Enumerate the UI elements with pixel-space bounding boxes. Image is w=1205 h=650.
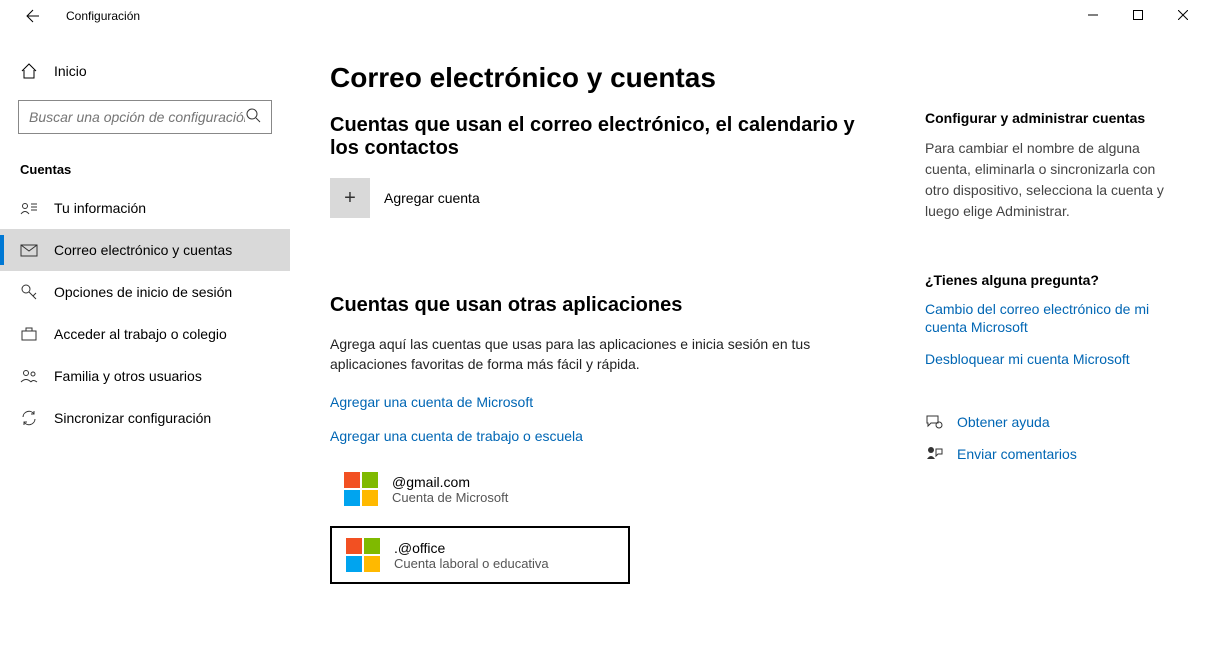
category-header: Cuentas: [0, 144, 290, 187]
page-title: Correo electrónico y cuentas: [330, 62, 885, 94]
section-email-accounts-title: Cuentas que usan el correo electrónico, …: [330, 114, 885, 160]
nav-sync-settings[interactable]: Sincronizar configuración: [0, 397, 290, 439]
microsoft-logo-icon: [346, 538, 380, 572]
account-type: Cuenta laboral o educativa: [394, 556, 549, 571]
plus-icon: +: [330, 178, 370, 218]
people-icon: [20, 367, 38, 385]
main-content: Correo electrónico y cuentas Cuentas que…: [290, 32, 1205, 650]
send-feedback-label: Enviar comentarios: [957, 446, 1077, 462]
nav-label: Sincronizar configuración: [54, 410, 211, 426]
briefcase-icon: [20, 325, 38, 343]
close-button[interactable]: [1160, 0, 1205, 30]
window-controls: [1070, 0, 1205, 30]
section-other-apps-description: Agrega aquí las cuentas que usas para la…: [330, 335, 885, 374]
sidebar: Inicio Cuentas Tu información Correo ele…: [0, 32, 290, 650]
manage-accounts-heading: Configurar y administrar cuentas: [925, 110, 1175, 126]
close-icon: [1178, 10, 1188, 20]
search-box[interactable]: [18, 100, 272, 134]
home-nav-item[interactable]: Inicio: [0, 52, 290, 90]
nav-label: Tu información: [54, 200, 146, 216]
search-icon: [245, 107, 261, 128]
manage-accounts-text: Para cambiar el nombre de alguna cuenta,…: [925, 138, 1175, 222]
sync-icon: [20, 409, 38, 427]
account-email: @gmail.com: [392, 474, 508, 490]
minimize-icon: [1088, 10, 1098, 20]
mail-icon: [20, 241, 38, 259]
change-email-link[interactable]: Cambio del correo electrónico de mi cuen…: [925, 300, 1175, 336]
add-account-button[interactable]: + Agregar cuenta: [330, 178, 885, 218]
nav-signin-options[interactable]: Opciones de inicio de sesión: [0, 271, 290, 313]
account-card-personal[interactable]: @gmail.com Cuenta de Microsoft: [330, 462, 885, 516]
nav-label: Familia y otros usuarios: [54, 368, 202, 384]
nav-email-accounts[interactable]: Correo electrónico y cuentas: [0, 229, 290, 271]
back-arrow-icon: [25, 8, 41, 24]
back-button[interactable]: [18, 1, 48, 31]
key-icon: [20, 283, 38, 301]
microsoft-logo-icon: [344, 472, 378, 506]
feedback-icon: [925, 445, 943, 463]
search-input[interactable]: [29, 109, 245, 125]
get-help-link[interactable]: Obtener ayuda: [925, 413, 1175, 431]
account-email: .@office: [394, 540, 549, 556]
nav-work-school[interactable]: Acceder al trabajo o colegio: [0, 313, 290, 355]
maximize-button[interactable]: [1115, 0, 1160, 30]
nav-label: Acceder al trabajo o colegio: [54, 326, 227, 342]
nav-family-users[interactable]: Familia y otros usuarios: [0, 355, 290, 397]
get-help-label: Obtener ayuda: [957, 414, 1050, 430]
home-icon: [20, 62, 38, 80]
person-card-icon: [20, 199, 38, 217]
home-label: Inicio: [54, 63, 87, 79]
minimize-button[interactable]: [1070, 0, 1115, 30]
account-type: Cuenta de Microsoft: [392, 490, 508, 505]
add-work-school-account-link[interactable]: Agregar una cuenta de trabajo o escuela: [330, 428, 885, 444]
right-panel: Configurar y administrar cuentas Para ca…: [925, 62, 1175, 650]
add-microsoft-account-link[interactable]: Agregar una cuenta de Microsoft: [330, 394, 885, 410]
window-title: Configuración: [66, 9, 140, 23]
titlebar: Configuración: [0, 0, 1205, 32]
section-other-apps-title: Cuentas que usan otras aplicaciones: [330, 294, 885, 317]
unlock-account-link[interactable]: Desbloquear mi cuenta Microsoft: [925, 350, 1175, 368]
nav-your-info[interactable]: Tu información: [0, 187, 290, 229]
send-feedback-link[interactable]: Enviar comentarios: [925, 445, 1175, 463]
maximize-icon: [1133, 10, 1143, 20]
account-card-work[interactable]: .@office Cuenta laboral o educativa: [330, 526, 630, 584]
nav-label: Correo electrónico y cuentas: [54, 242, 232, 258]
nav-label: Opciones de inicio de sesión: [54, 284, 232, 300]
question-heading: ¿Tienes alguna pregunta?: [925, 272, 1175, 288]
add-account-label: Agregar cuenta: [384, 190, 480, 206]
help-chat-icon: [925, 413, 943, 431]
